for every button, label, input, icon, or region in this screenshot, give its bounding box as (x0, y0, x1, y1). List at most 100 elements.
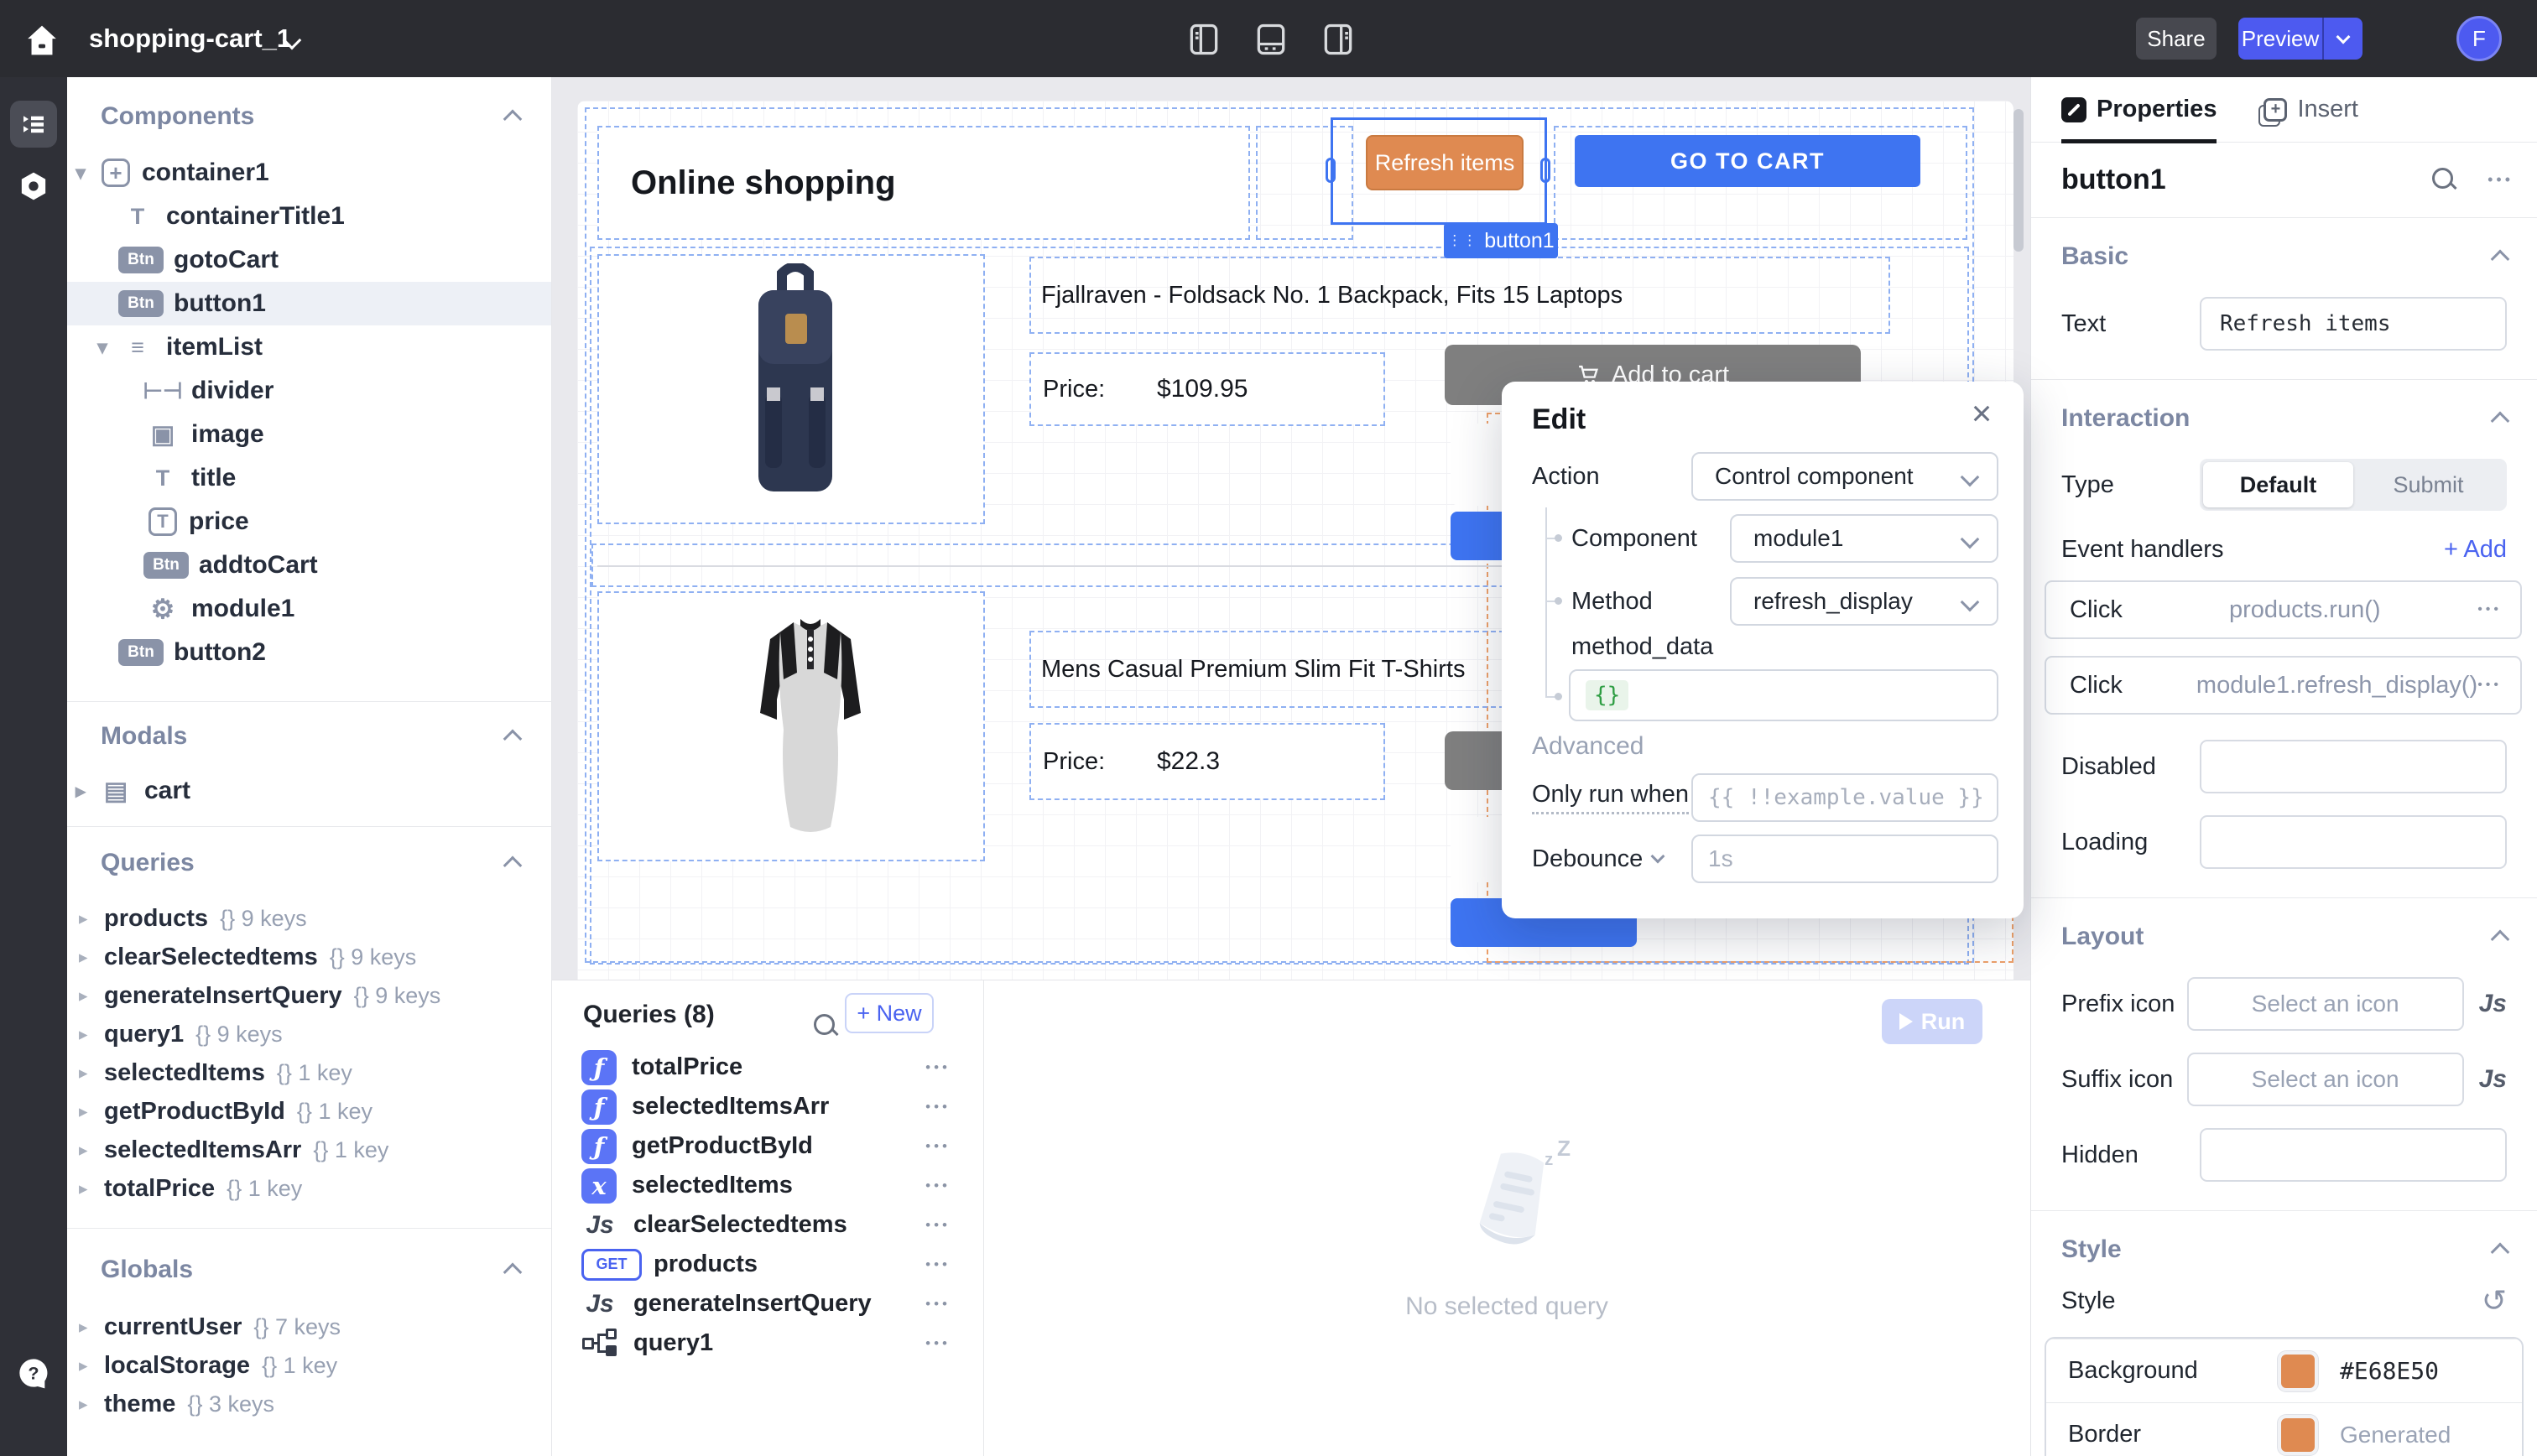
caret-icon[interactable]: ▸ (79, 1101, 104, 1122)
collapse-icon[interactable] (2491, 250, 2510, 269)
query-list-item[interactable]: query1 (552, 1323, 984, 1363)
handler-menu-icon[interactable] (2477, 602, 2502, 617)
query-menu-icon[interactable] (925, 1059, 951, 1076)
collapse-icon[interactable] (2491, 412, 2510, 431)
only-run-when-input[interactable]: {{ !!example.value }} (1691, 773, 1998, 822)
reset-style-icon[interactable] (2482, 1283, 2507, 1318)
caret-icon[interactable] (97, 335, 121, 360)
collapse-icon[interactable] (503, 1263, 523, 1282)
query-menu-icon[interactable] (925, 1335, 951, 1352)
query-menu-icon[interactable] (925, 1256, 951, 1273)
caret-icon[interactable]: ▸ (79, 1140, 104, 1161)
canvas-scrollbar[interactable] (2013, 109, 2024, 252)
disabled-input[interactable] (2200, 740, 2507, 793)
search-icon[interactable] (2432, 168, 2457, 193)
query-state-item[interactable]: ▸ totalPrice {} 1 key (67, 1169, 551, 1208)
toggle-bottom-panel-button[interactable] (1252, 20, 1290, 59)
caret-icon[interactable]: ▸ (79, 1178, 104, 1199)
collapse-icon[interactable] (503, 730, 523, 749)
query-search-button[interactable] (814, 1014, 839, 1043)
new-query-button[interactable]: + New (845, 993, 934, 1033)
product-image-backpack[interactable] (745, 263, 846, 515)
query-state-item[interactable]: ▸ generateInsertQuery {} 9 keys (67, 976, 551, 1015)
query-list-item[interactable]: generateInsertQuery (552, 1284, 984, 1323)
component-tree-item[interactable]: addtoCart (67, 543, 551, 587)
query-menu-icon[interactable] (925, 1217, 951, 1234)
hidden-input[interactable] (2200, 1128, 2507, 1182)
components-section-header[interactable]: Components (67, 96, 551, 138)
component-tree-item[interactable]: divider (67, 369, 551, 413)
toggle-right-panel-button[interactable] (1319, 20, 1357, 59)
suffix-icon-select[interactable]: Select an icon (2187, 1053, 2464, 1106)
caret-icon[interactable]: ▸ (79, 985, 104, 1006)
component-tree-item[interactable]: image (67, 413, 551, 456)
prefix-icon-select[interactable]: Select an icon (2187, 977, 2464, 1031)
method-select[interactable]: refresh_display (1730, 577, 1998, 626)
component-tree-item[interactable]: module1 (67, 587, 551, 631)
run-query-button[interactable]: Run (1882, 999, 1982, 1044)
tab-insert[interactable]: + Insert (2264, 77, 2358, 143)
query-menu-icon[interactable] (925, 1138, 951, 1155)
selected-widget-badge[interactable]: ⋮⋮ button1 (1444, 223, 1558, 258)
suffix-js-toggle[interactable]: Js (2479, 1065, 2507, 1094)
selection-frame[interactable] (1331, 117, 1547, 225)
collapse-icon[interactable] (2491, 1243, 2510, 1262)
query-list-item[interactable]: selectedItemsArr (552, 1087, 984, 1126)
color-swatch[interactable] (2278, 1415, 2318, 1455)
product-price-row[interactable]: Price: $22.3 (1031, 725, 1383, 798)
app-title[interactable]: shopping-cart_1 (89, 0, 291, 77)
modals-section-header[interactable]: Modals (67, 715, 551, 757)
handler-menu-icon[interactable] (2477, 678, 2502, 693)
loading-input[interactable] (2200, 815, 2507, 869)
close-icon[interactable] (1961, 393, 2002, 434)
query-state-item[interactable]: ▸ getProductById {} 1 key (67, 1092, 551, 1131)
home-button[interactable] (18, 17, 65, 64)
method-data-input[interactable]: {} (1569, 669, 1998, 721)
text-input[interactable]: Refresh items (2200, 297, 2507, 351)
caret-icon[interactable]: ▸ (79, 1394, 104, 1415)
avatar[interactable]: F (2456, 16, 2502, 61)
widget-menu-icon[interactable] (2488, 171, 2514, 189)
query-list-item[interactable]: selectedItems (552, 1166, 984, 1205)
query-list-item[interactable]: products (552, 1245, 984, 1284)
collapse-icon[interactable] (2491, 930, 2510, 949)
only-run-when-label[interactable]: Only run when (1532, 773, 1689, 822)
event-handler-row[interactable]: Click products.run() (2045, 580, 2522, 639)
query-state-item[interactable]: ▸ clearSelectedtems {} 9 keys (67, 938, 551, 976)
debounce-input[interactable]: 1s (1691, 835, 1998, 883)
style-property-row[interactable]: Background #E68E50 (2046, 1339, 2522, 1402)
global-item[interactable]: ▸ currentUser {} 7 keys (67, 1308, 551, 1346)
query-state-item[interactable]: ▸ selectedItemsArr {} 1 key (67, 1131, 551, 1169)
queries-section-header[interactable]: Queries (67, 842, 551, 884)
component-tree-item[interactable]: price (67, 500, 551, 543)
action-select[interactable]: Control component (1691, 452, 1998, 501)
query-list-item[interactable]: getProductById (552, 1126, 984, 1166)
debounce-label[interactable]: Debounce (1532, 835, 1663, 883)
modal-item[interactable]: cart (67, 769, 551, 813)
product-title[interactable]: Fjallraven - Foldsack No. 1 Backpack, Fi… (1029, 257, 1890, 334)
product-image-tshirt[interactable] (753, 612, 867, 840)
component-tree-rail-button[interactable] (10, 101, 57, 148)
caret-icon[interactable]: ▸ (79, 1355, 104, 1376)
preview-button[interactable]: Preview (2238, 18, 2324, 60)
query-state-item[interactable]: ▸ selectedItems {} 1 key (67, 1053, 551, 1092)
type-default-option[interactable]: Default (2203, 462, 2353, 507)
product-price-row[interactable]: Price: $109.95 (1031, 354, 1383, 424)
settings-rail-button[interactable] (15, 168, 52, 205)
component-select[interactable]: module1 (1730, 514, 1998, 563)
advanced-label[interactable]: Advanced (1532, 732, 1644, 761)
query-menu-icon[interactable] (925, 1296, 951, 1313)
preview-dropdown-button[interactable] (2324, 18, 2362, 60)
component-tree-item[interactable]: gotoCart (67, 238, 551, 282)
caret-icon[interactable]: ▸ (79, 908, 104, 929)
collapse-icon[interactable] (503, 110, 523, 129)
component-tree-item[interactable]: button2 (67, 631, 551, 674)
caret-icon[interactable]: ▸ (79, 947, 104, 968)
prefix-js-toggle[interactable]: Js (2479, 990, 2507, 1018)
goto-cart-button[interactable]: GO TO CART (1575, 135, 1920, 187)
caret-icon[interactable] (76, 779, 99, 803)
query-state-item[interactable]: ▸ query1 {} 9 keys (67, 1015, 551, 1053)
event-handler-row[interactable]: Click module1.refresh_display() (2045, 656, 2522, 715)
color-swatch[interactable] (2278, 1351, 2318, 1391)
query-list-item[interactable]: clearSelectedtems (552, 1205, 984, 1245)
